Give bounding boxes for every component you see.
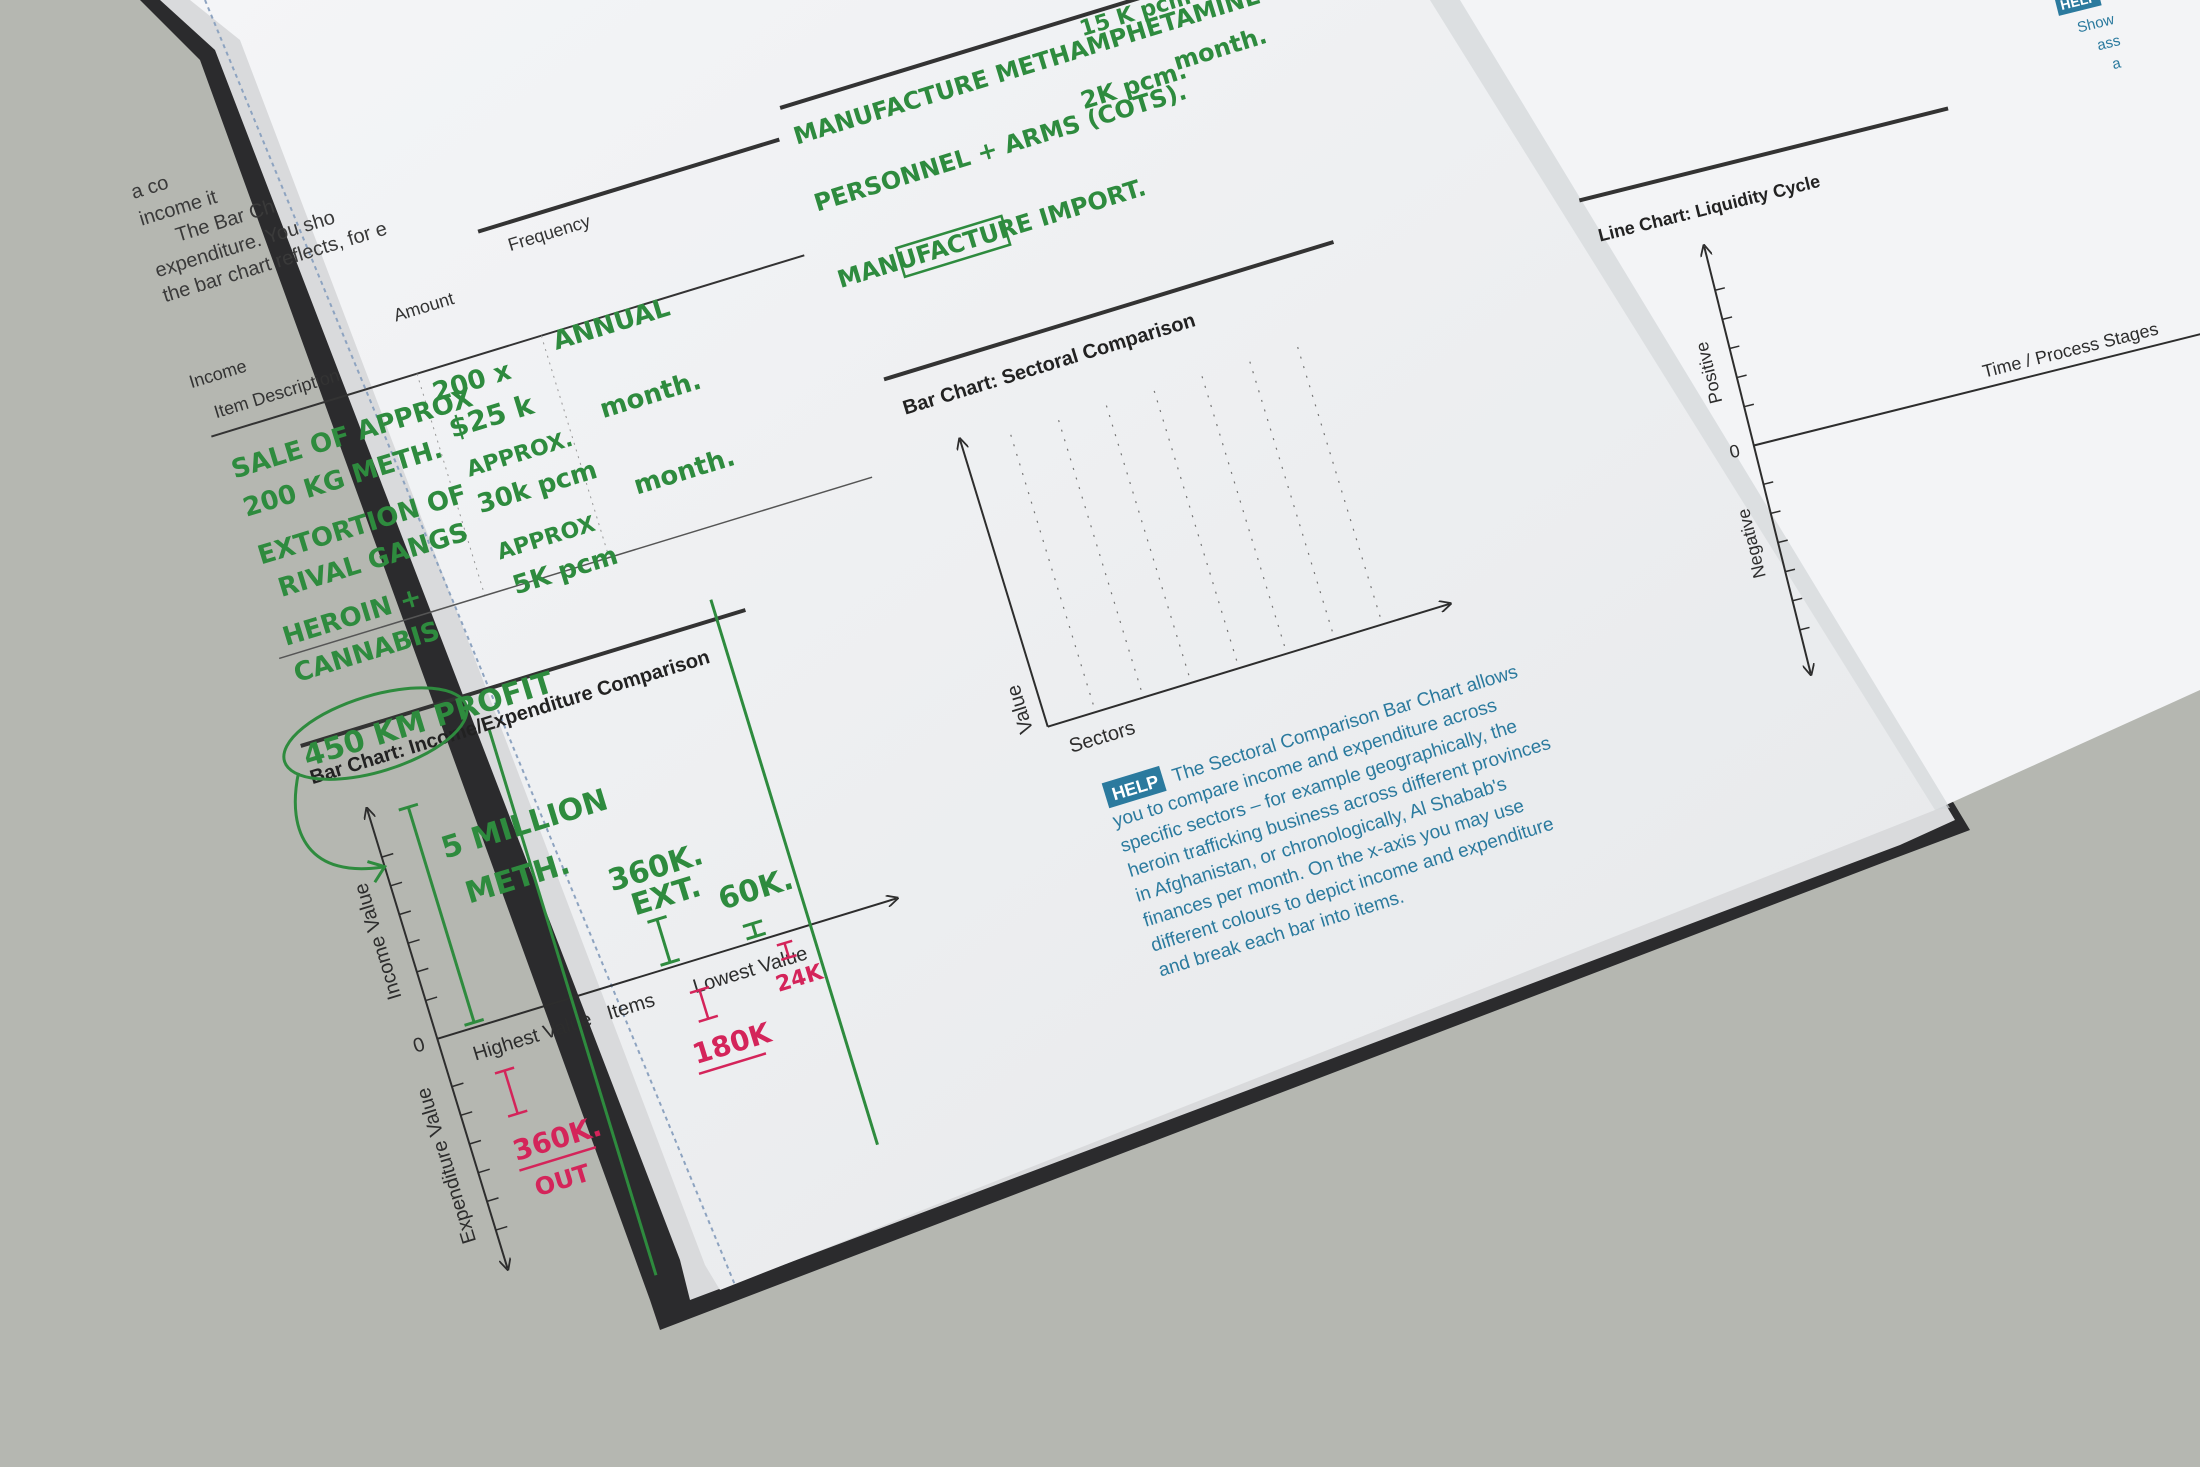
photo-scene: a co income it The Bar Ch expenditure. Y… xyxy=(0,0,2200,1467)
